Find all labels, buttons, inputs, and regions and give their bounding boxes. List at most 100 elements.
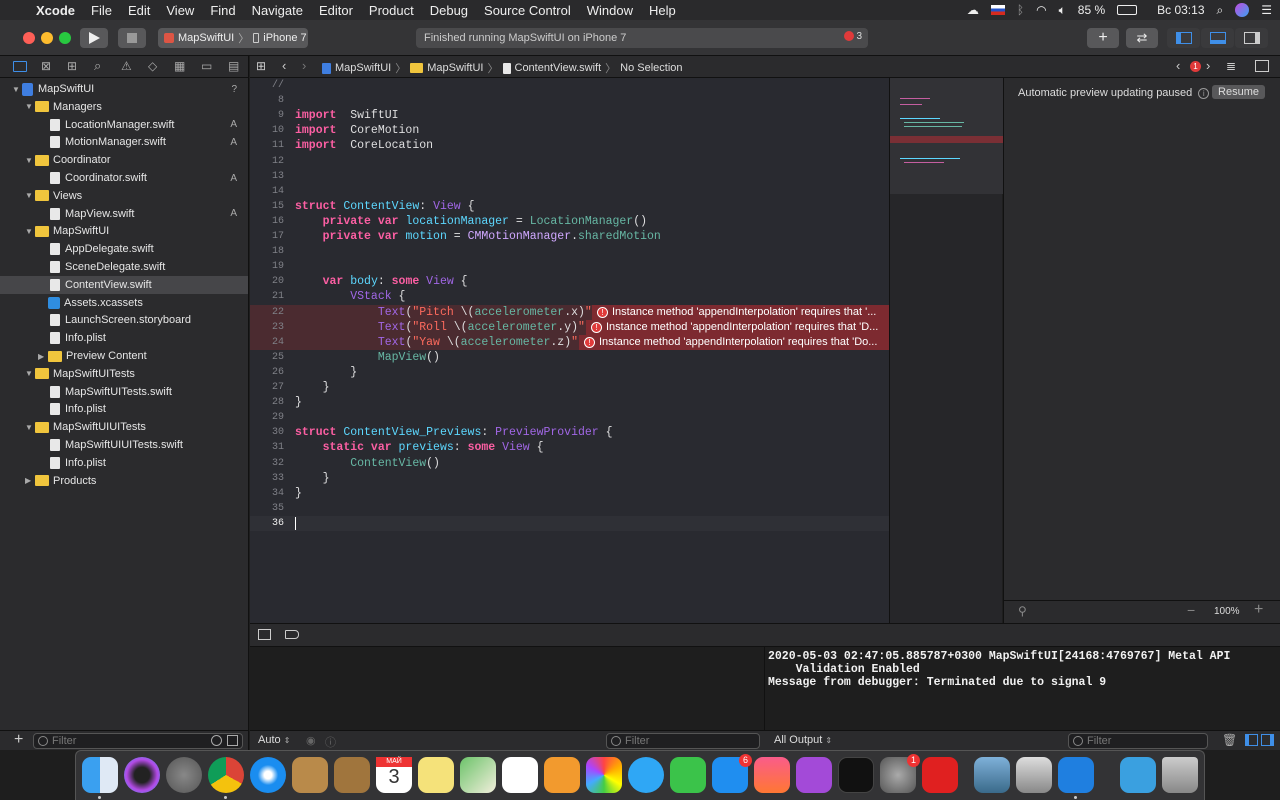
navigator-row[interactable]: Info.plist — [0, 454, 248, 472]
code-line[interactable]: 28} — [250, 395, 889, 410]
code-line[interactable]: 31 static var previews: some View { — [250, 440, 889, 455]
siri-icon[interactable] — [1235, 3, 1250, 17]
breakpoint-navigator-icon[interactable]: ▭ — [201, 59, 212, 73]
show-variables-icon[interactable] — [1245, 734, 1258, 746]
crumb-project[interactable]: MapSwiftUI — [335, 62, 391, 74]
console-filter-input[interactable]: Filter — [1068, 733, 1208, 749]
messages-icon[interactable] — [628, 757, 664, 793]
scm-filter-icon[interactable] — [227, 735, 238, 746]
disclosure-open-icon[interactable]: ▼ — [25, 423, 35, 432]
safari-icon[interactable] — [250, 757, 286, 793]
creative-cloud-icon[interactable]: ☁ — [967, 3, 979, 17]
disclosure-closed-icon[interactable]: ▶ — [25, 476, 35, 485]
code-line[interactable]: 30 struct ContentView_Previews: PreviewPr… — [250, 425, 889, 440]
navigator-row[interactable]: LocationManager.swift A — [0, 116, 248, 134]
books-icon[interactable] — [544, 757, 580, 793]
info-icon[interactable]: i — [1198, 87, 1210, 99]
activity-status[interactable]: Finished running MapSwiftUI on iPhone 7 … — [416, 28, 868, 48]
code-line[interactable]: 32 ContentView() — [250, 456, 889, 471]
code-line[interactable]: 36 — [250, 515, 889, 531]
crumb-selection[interactable]: No Selection — [620, 62, 682, 74]
eye-icon[interactable]: ◉ — [306, 734, 316, 747]
navigator-row[interactable]: ▼ Coordinator — [0, 151, 248, 169]
toggle-navigator-button[interactable] — [1167, 28, 1200, 48]
siri-icon[interactable] — [124, 757, 160, 793]
battery-percent[interactable]: 85 % — [1078, 3, 1105, 17]
spotlight-icon[interactable]: ⌕ — [1217, 3, 1224, 18]
scheme-selector[interactable]: MapSwiftUI 〉 iPhone 7 — [158, 28, 308, 48]
code-line[interactable]: 18 — [250, 244, 889, 259]
navigator-row[interactable]: ▼ MapSwiftUIUITests — [0, 418, 248, 436]
downloads-folder-icon[interactable] — [1120, 757, 1156, 793]
navigator-row[interactable]: AppDelegate.swift — [0, 240, 248, 258]
navigator-row[interactable]: Info.plist — [0, 400, 248, 418]
code-line[interactable]: 34} — [250, 486, 889, 501]
navigator-row[interactable]: MapView.swift A — [0, 205, 248, 223]
autocad-icon[interactable] — [922, 757, 958, 793]
disclosure-open-icon[interactable]: ▼ — [12, 85, 22, 94]
library-button[interactable]: + — [1087, 28, 1119, 48]
add-file-plus-icon[interactable]: + — [14, 731, 23, 749]
zoom-out-button[interactable]: − — [1187, 602, 1195, 618]
navigator-row[interactable]: ▼ Managers — [0, 98, 248, 116]
forward-chevron-icon[interactable]: › — [302, 58, 306, 73]
report-navigator-icon[interactable]: ▤ — [228, 59, 239, 73]
instruments-icon[interactable] — [1016, 757, 1052, 793]
code-line[interactable]: 33 } — [250, 471, 889, 486]
menu-item-product[interactable]: Product — [361, 3, 422, 18]
find-navigator-icon[interactable]: ⌕ — [94, 58, 101, 74]
minimize-window-button[interactable] — [41, 32, 53, 44]
issue-navigator-icon[interactable]: ⚠ — [121, 59, 132, 73]
clock[interactable]: Вс 03:13 — [1157, 3, 1204, 17]
code-line[interactable]: 10 import CoreMotion — [250, 123, 889, 138]
code-line[interactable]: 23 Text("Roll \(accelerometer.y)")! Insta… — [250, 319, 889, 335]
navigator-row[interactable]: ▼ Views — [0, 187, 248, 205]
code-line[interactable]: 9 import SwiftUI — [250, 108, 889, 123]
photos-icon[interactable] — [586, 757, 622, 793]
chrome-icon[interactable] — [208, 757, 244, 793]
trash-can-icon[interactable] — [1162, 757, 1198, 793]
disclosure-open-icon[interactable]: ▼ — [25, 156, 35, 165]
trash-icon[interactable]: 🗑︎ — [1222, 733, 1237, 747]
launchpad-icon[interactable] — [166, 757, 202, 793]
code-line[interactable]: 22 Text("Pitch \(accelerometer.x)")! Inst… — [250, 304, 889, 320]
related-items-grid-icon[interactable]: ⊞ — [256, 59, 266, 73]
flag-ru-icon[interactable] — [990, 5, 1005, 15]
auto-scope-dropdown[interactable]: Auto ⇕ — [258, 734, 290, 746]
code-line[interactable]: 21 VStack { — [250, 289, 889, 304]
menu-item-source-control[interactable]: Source Control — [476, 3, 579, 18]
breakpoints-toggle-icon[interactable] — [285, 630, 299, 639]
navigator-row[interactable]: ▶ Preview Content — [0, 347, 248, 365]
symbol-navigator-icon[interactable]: ⊞ — [67, 59, 77, 73]
navigator-row[interactable]: MapSwiftUIUITests.swift — [0, 436, 248, 454]
menu-item-navigate[interactable]: Navigate — [244, 3, 311, 18]
editor-options-icon[interactable]: ≣ — [1226, 59, 1236, 73]
stop-button[interactable] — [118, 28, 146, 48]
menu-item-view[interactable]: View — [158, 3, 202, 18]
finder-icon[interactable] — [82, 757, 118, 793]
crumb-file[interactable]: ContentView.swift — [515, 62, 602, 74]
notification-center-icon[interactable]: ☰ — [1261, 3, 1272, 17]
menu-item-editor[interactable]: Editor — [311, 3, 361, 18]
split-editor-icon[interactable] — [1255, 60, 1269, 72]
code-line[interactable]: 35 — [250, 501, 889, 516]
code-line[interactable]: 13 — [250, 169, 889, 184]
mail-stamp-icon[interactable] — [292, 757, 328, 793]
info-icon[interactable]: ⓘ — [325, 734, 336, 750]
menu-item-find[interactable]: Find — [202, 3, 243, 18]
navigator-row[interactable]: ▼ MapSwiftUI? — [0, 80, 248, 98]
code-line[interactable]: 20 var body: some View { — [250, 274, 889, 289]
code-line[interactable]: 14 — [250, 184, 889, 199]
code-line[interactable]: // — [250, 78, 889, 93]
navigator-row[interactable]: ▶ Products — [0, 472, 248, 490]
menu-item-edit[interactable]: Edit — [120, 3, 158, 18]
source-control-navigator-icon[interactable]: ⊠ — [41, 59, 51, 73]
wifi-icon[interactable]: ◠ — [1036, 3, 1046, 17]
code-line[interactable]: 27 } — [250, 380, 889, 395]
error-annotation[interactable]: ! Instance method 'appendInterpolation' r… — [586, 319, 889, 335]
close-window-button[interactable] — [23, 32, 35, 44]
run-button[interactable] — [80, 28, 108, 48]
project-navigator-icon[interactable] — [13, 61, 27, 72]
contacts-icon[interactable] — [334, 757, 370, 793]
code-line[interactable]: 8 — [250, 93, 889, 108]
